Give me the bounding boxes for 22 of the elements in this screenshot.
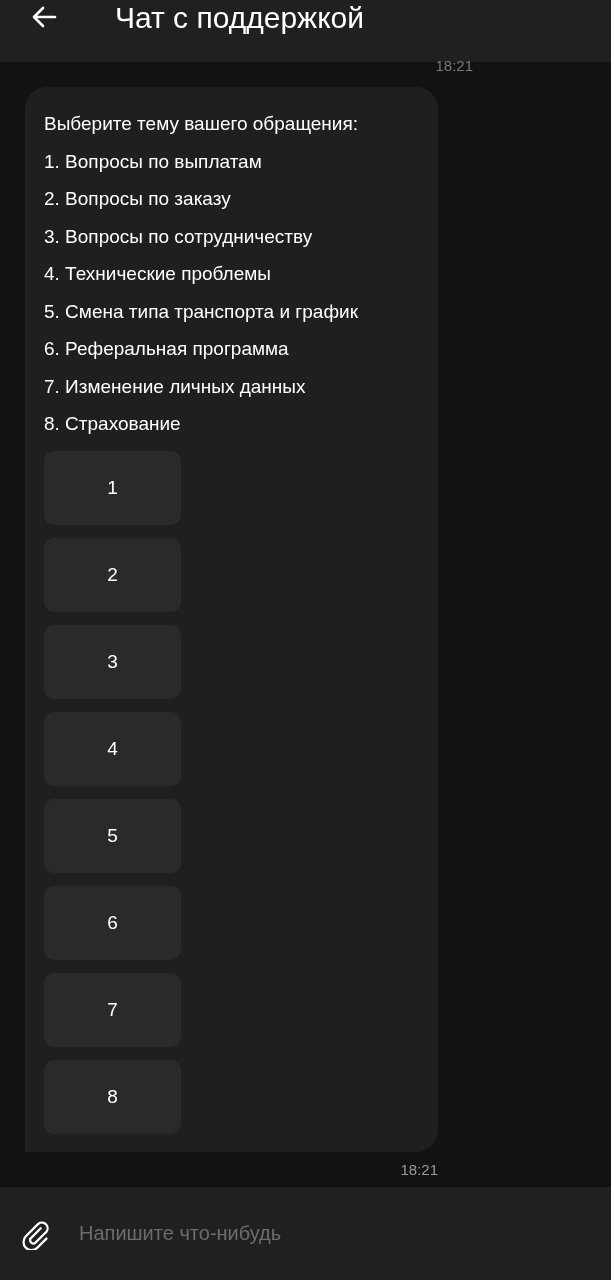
- message-text: 6. Реферальная программа: [44, 337, 290, 361]
- message-text: 1. Вопросы по выплатам: [44, 149, 263, 174]
- option-button[interactable]: 6: [44, 885, 181, 960]
- option-button[interactable]: 1: [44, 450, 181, 525]
- message-text: Выберите тему вашего обращения:: [44, 112, 360, 136]
- option-button[interactable]: 8: [44, 1059, 181, 1134]
- message-text: 2. Вопросы по заказу: [44, 187, 232, 211]
- message-text: 4. Технические проблемы: [44, 262, 272, 286]
- message-text: 5. Смена типа транспорта и график: [44, 299, 359, 324]
- message-time: 18:21: [400, 1160, 438, 1178]
- option-button[interactable]: 4: [44, 711, 181, 786]
- message-time: 18:21: [435, 60, 473, 74]
- option-button[interactable]: 5: [44, 798, 181, 873]
- message-text: 7. Изменение личных данных: [44, 374, 307, 399]
- message-text: 3. Вопросы по сотрудничеству: [44, 224, 314, 249]
- message-text: 8. Страхование: [44, 412, 182, 436]
- option-button[interactable]: 7: [44, 972, 181, 1047]
- message-input[interactable]: Напишите что-нибудь: [77, 1221, 611, 1246]
- option-button[interactable]: 3: [44, 624, 181, 699]
- back-arrow-icon[interactable]: [31, 6, 57, 28]
- option-button[interactable]: 2: [44, 537, 181, 612]
- chat-title: Чат с поддержкой: [115, 0, 365, 36]
